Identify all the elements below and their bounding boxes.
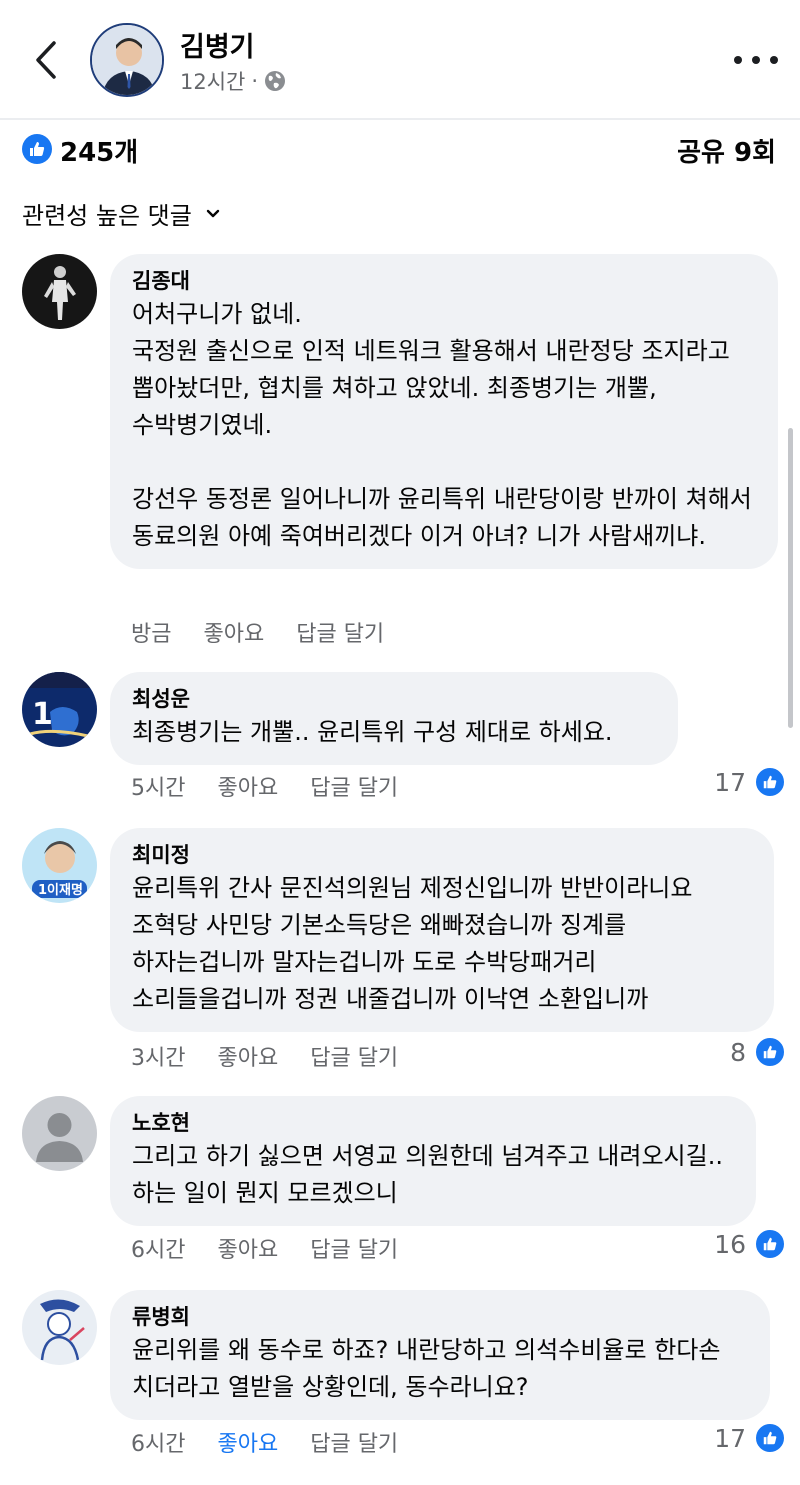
more-options-button[interactable] [734, 46, 778, 74]
comment-time: 6시간 [131, 1432, 186, 1457]
comment-text: 윤리특위 간사 문진석의원님 제정신입니까 반반이라니요 조혁당 사민당 기본소… [132, 874, 701, 1013]
commenter-name[interactable]: 최미정 [132, 840, 752, 870]
reaction-count: 8 [730, 1037, 746, 1067]
post-meta: 12시간 · [180, 66, 286, 96]
comment-time: 5시간 [131, 776, 186, 801]
comment-actions: 5시간 좋아요 답글 달기 [131, 770, 430, 802]
commenter-name[interactable]: 최성운 [132, 684, 656, 714]
chevron-down-icon [206, 209, 220, 217]
back-button[interactable] [26, 38, 66, 82]
svg-text:1이재명: 1이재명 [38, 882, 83, 898]
comment-bubble: 최미정 윤리특위 간사 문진석의원님 제정신입니까 반반이라니요 조혁당 사민당… [110, 828, 774, 1032]
comment-bubble: 김종대 어처구니가 없네. 국정원 출신으로 인적 네트워크 활용해서 내란정당… [110, 254, 778, 569]
like-icon [754, 766, 786, 798]
comment-bubble: 노호현 그리고 하기 싫으면 서영교 의원한데 넘겨주고 내려오시길.. 하는 … [110, 1096, 756, 1226]
author-name[interactable]: 김병기 [180, 25, 255, 64]
commenter-name[interactable]: 류병희 [132, 1302, 748, 1332]
reply-button[interactable]: 답글 달기 [310, 770, 398, 802]
comment-reactions[interactable]: 17 [714, 1422, 786, 1454]
comment-sort-dropdown[interactable]: 관련성 높은 댓글 [22, 196, 220, 231]
reply-button[interactable]: 답글 달기 [310, 1232, 398, 1264]
comment-reactions[interactable]: 8 [730, 1036, 786, 1068]
post-header: 김병기 12시간 · [0, 0, 800, 120]
comment: 노호현 그리고 하기 싫으면 서영교 의원한데 넘겨주고 내려오시길.. 하는 … [0, 1096, 800, 1266]
sort-label: 관련성 높은 댓글 [22, 202, 192, 230]
comment-text: 어처구니가 없네. 국정원 출신으로 인적 네트워크 활용해서 내란정당 조지라… [132, 300, 752, 550]
comment-actions: 6시간 좋아요 답글 달기 [131, 1426, 430, 1458]
comment-actions: 6시간 좋아요 답글 달기 [131, 1232, 430, 1264]
like-count[interactable]: 245개 [60, 132, 138, 169]
author-avatar[interactable] [90, 23, 164, 97]
post-time: 12시간 [180, 70, 246, 94]
commenter-avatar[interactable] [22, 254, 97, 329]
comment-reactions[interactable]: 16 [714, 1228, 786, 1260]
like-icon [754, 1422, 786, 1454]
comment-time: 3시간 [131, 1046, 186, 1071]
comment: 김종대 어처구니가 없네. 국정원 출신으로 인적 네트워크 활용해서 내란정당… [0, 254, 800, 654]
comment-text: 그리고 하기 싫으면 서영교 의원한데 넘겨주고 내려오시길.. 하는 일이 뭔… [132, 1142, 731, 1207]
chevron-left-icon [36, 41, 56, 79]
reply-button[interactable]: 답글 달기 [296, 616, 384, 648]
comment-time: 6시간 [131, 1238, 186, 1263]
commenter-name[interactable]: 김종대 [132, 266, 756, 296]
commenter-name[interactable]: 노호현 [132, 1108, 734, 1138]
commenter-avatar[interactable]: 1이재명 [22, 828, 97, 903]
meta-separator: · [251, 69, 259, 93]
like-icon [754, 1228, 786, 1260]
comment-actions: 방금 좋아요 답글 달기 [131, 616, 416, 648]
comment-bubble: 류병희 윤리위를 왜 동수로 하죠? 내란당하고 의석수비율로 한다손 치더라고… [110, 1290, 770, 1420]
commenter-avatar[interactable] [22, 1096, 97, 1171]
share-count[interactable]: 공유 9회 [677, 132, 776, 169]
svg-text:1: 1 [32, 697, 53, 732]
reply-button[interactable]: 답글 달기 [310, 1426, 398, 1458]
globe-icon [265, 71, 286, 91]
commenter-avatar[interactable] [22, 1290, 97, 1365]
like-icon [754, 1036, 786, 1068]
comment: 류병희 윤리위를 왜 동수로 하죠? 내란당하고 의석수비율로 한다손 치더라고… [0, 1290, 800, 1460]
reply-button[interactable]: 답글 달기 [310, 1040, 398, 1072]
like-comment-button[interactable]: 좋아요 [217, 1040, 278, 1072]
reaction-count: 17 [714, 1423, 746, 1453]
scrollbar[interactable] [788, 428, 793, 728]
comment-time: 방금 [131, 622, 172, 647]
comment-bubble: 최성운 최종병기는 개뿔.. 윤리특위 구성 제대로 하세요. [110, 672, 678, 765]
like-comment-button[interactable]: 좋아요 [203, 616, 264, 648]
like-icon [22, 134, 52, 164]
post-stats: 245개 공유 9회 [0, 122, 800, 186]
comment: 1이재명 최미정 윤리특위 간사 문진석의원님 제정신입니까 반반이라니요 조혁… [0, 828, 800, 1071]
reaction-count: 16 [714, 1229, 746, 1259]
default-profile-icon [22, 1096, 97, 1171]
more-horizontal-icon [734, 56, 742, 64]
like-comment-button[interactable]: 좋아요 [217, 1232, 278, 1264]
comment-actions: 3시간 좋아요 답글 달기 [131, 1040, 430, 1072]
comment: 1 최성운 최종병기는 개뿔.. 윤리특위 구성 제대로 하세요. 5시간 좋아… [0, 672, 800, 802]
comment-reactions[interactable]: 17 [714, 766, 786, 798]
like-comment-button[interactable]: 좋아요 [217, 1426, 278, 1458]
comment-text: 윤리위를 왜 동수로 하죠? 내란당하고 의석수비율로 한다손 치더라고 열받을… [132, 1336, 729, 1401]
like-comment-button[interactable]: 좋아요 [217, 770, 278, 802]
comment-text: 최종병기는 개뿔.. 윤리특위 구성 제대로 하세요. [132, 718, 613, 746]
reaction-count: 17 [714, 767, 746, 797]
commenter-avatar[interactable]: 1 [22, 672, 97, 747]
